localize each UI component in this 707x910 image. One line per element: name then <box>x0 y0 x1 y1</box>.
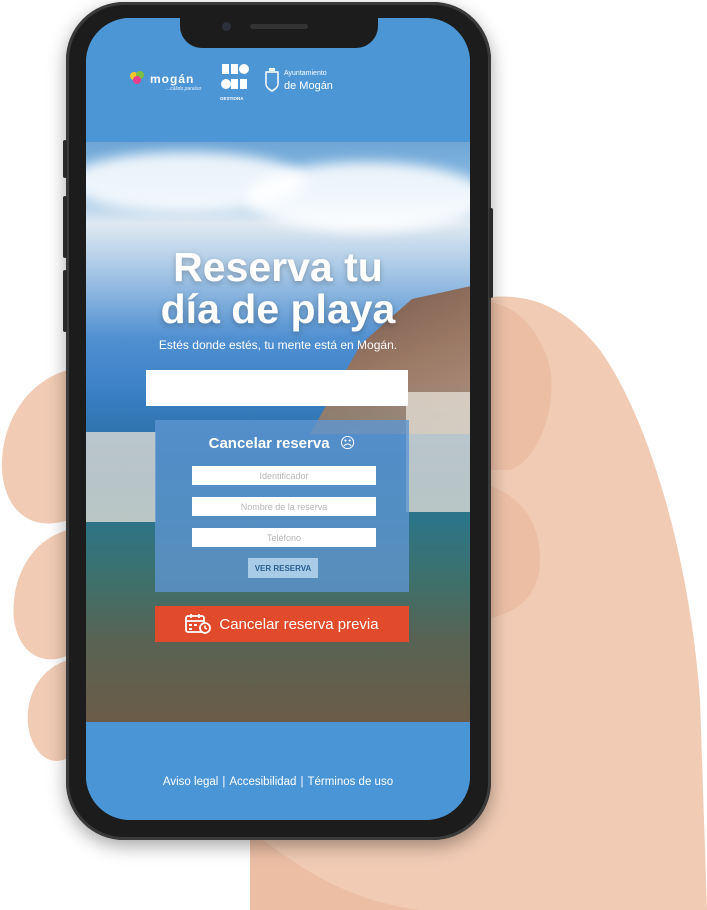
front-camera <box>222 22 231 31</box>
view-reservation-button[interactable]: VER RESERVA <box>248 558 318 578</box>
phone-screen: mogán ...cálido paraíso GESTIONA Ayuntam… <box>86 18 470 820</box>
phone-volume-down <box>63 270 67 332</box>
cancel-previous-label: Cancelar reserva previa <box>219 615 379 633</box>
town-buildings <box>406 392 470 512</box>
phone-volume-up <box>63 196 67 258</box>
calendar-clock-icon <box>185 614 212 634</box>
search-input[interactable] <box>146 370 408 406</box>
mogan-logo-tagline: ...cálido paraíso <box>166 86 202 92</box>
cloud <box>246 162 470 232</box>
identifier-field[interactable] <box>192 466 376 485</box>
cancel-card-title-text: Cancelar reserva <box>208 435 330 452</box>
cancel-reservation-card: Cancelar reserva ☹ VER RESERVA <box>155 420 409 592</box>
earpiece-speaker <box>250 24 308 29</box>
phone-field[interactable] <box>192 528 376 547</box>
footer-separator: | <box>222 776 226 788</box>
accessibility-link[interactable]: Accesibilidad <box>229 776 296 788</box>
cancel-previous-reservation-button[interactable]: Cancelar reserva previa <box>155 606 409 642</box>
gestiona-mark-icon <box>221 64 249 89</box>
footer-links: Aviso legal | Accesibilidad | Términos de us… <box>86 776 470 788</box>
footer-separator: | <box>300 776 304 788</box>
mogan-gestiona-logo[interactable]: GESTIONA <box>220 62 250 102</box>
sad-face-icon: ☹ <box>339 435 356 452</box>
hero-title: Reserva tu día de playa <box>86 246 470 330</box>
terms-link[interactable]: Términos de uso <box>307 776 393 788</box>
coat-of-arms-icon <box>265 68 279 92</box>
phone-power-button <box>489 208 493 298</box>
cancel-card-title: Cancelar reserva ☹ <box>155 434 409 452</box>
reservation-name-field[interactable] <box>192 497 376 516</box>
hero-title-line2: día de playa <box>160 286 396 332</box>
hero-title-line1: Reserva tu <box>173 244 383 290</box>
mogan-flower-icon <box>130 71 144 84</box>
mogan-logo[interactable]: mogán ...cálido paraíso <box>128 70 201 92</box>
site-footer: Aviso legal | Accesibilidad | Términos de us… <box>86 722 470 820</box>
legal-notice-link[interactable]: Aviso legal <box>163 776 218 788</box>
hero-subtitle: Estés donde estés, tu mente está en Mogá… <box>158 338 398 352</box>
phone-side-button <box>63 140 67 178</box>
ayuntamiento-text: Ayuntamiento <box>284 70 327 77</box>
mogan-logo-text: mogán <box>150 72 195 86</box>
ayuntamiento-name: de Mogán <box>284 80 333 92</box>
gestiona-logo-text: GESTIONA <box>220 96 244 101</box>
phone-notch <box>180 18 378 48</box>
town-buildings <box>86 432 156 522</box>
